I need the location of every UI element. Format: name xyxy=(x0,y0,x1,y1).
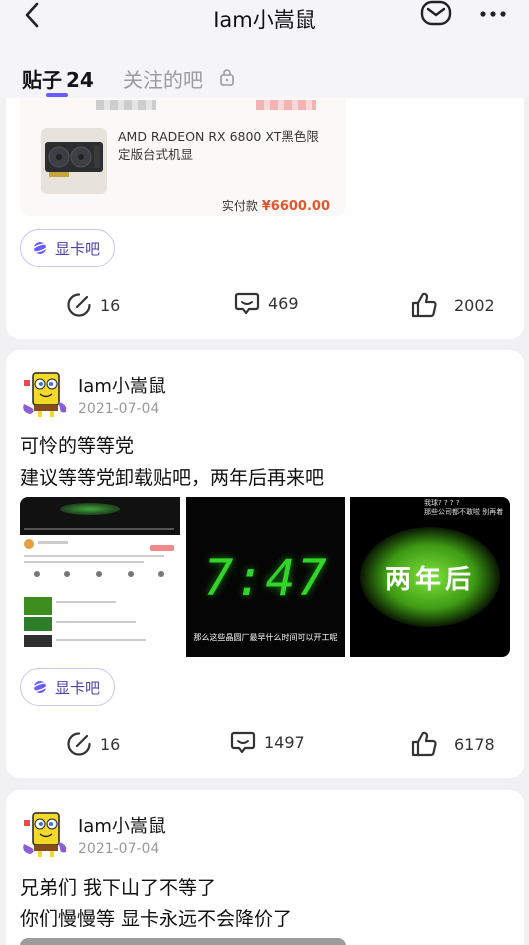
forum-tag-label: 显卡吧 xyxy=(55,239,101,258)
forum-tag-label: 显卡吧 xyxy=(55,678,101,697)
message-icon[interactable] xyxy=(420,0,452,28)
like-count: 6178 xyxy=(454,734,495,754)
thumbs-up-icon xyxy=(411,292,437,318)
reply-icon xyxy=(234,292,260,315)
author-name[interactable]: Iam小嵩鼠 xyxy=(78,812,166,838)
reply-count: 1497 xyxy=(264,732,305,752)
order-card[interactable]: AMD RADEON RX 6800 XT黑色限定版台式机显 实付款 ¥6600… xyxy=(20,98,346,216)
reply-icon xyxy=(230,731,256,754)
post-date: 2021-07-04 xyxy=(78,401,160,417)
post-image[interactable]: 7:47 那么这些晶圆厂最早什么时间可以开工呢 xyxy=(186,497,345,657)
comment-button[interactable]: 16 xyxy=(66,292,120,318)
tab-active-indicator xyxy=(46,93,68,97)
image-overlay-text: 两年后 xyxy=(384,565,475,595)
more-icon[interactable] xyxy=(478,2,508,26)
post-body[interactable]: 建议等等党卸载贴吧，两年后再来吧 xyxy=(20,463,324,490)
forum-tag-button[interactable]: 显卡吧 xyxy=(20,668,116,706)
planet-icon xyxy=(31,242,49,254)
lock-icon xyxy=(220,69,234,86)
post-title[interactable]: 可怜的等等党 xyxy=(20,431,134,458)
comment-count: 16 xyxy=(100,295,121,315)
post-image[interactable] xyxy=(20,497,180,657)
post-card[interactable]: Iam小嵩鼠 2021-07-04 兄弟们 我下山了不等了 你们慢慢等 显卡永远… xyxy=(6,790,524,945)
like-count: 2002 xyxy=(454,295,495,315)
post-image[interactable]: 两年后 我球? ? ? ? 那些公司都不敢啦 别再着 xyxy=(350,497,510,657)
post-card[interactable]: Iam小嵩鼠 2021-07-04 可怜的等等党 建议等等党卸载贴吧，两年后再来… xyxy=(6,350,524,778)
tab-posts-count: 24 xyxy=(66,68,94,92)
like-button[interactable]: 2002 xyxy=(410,291,495,319)
reply-button[interactable]: 1497 xyxy=(230,729,305,755)
thumbs-up-icon xyxy=(411,731,437,757)
tab-posts[interactable]: 贴子 24 xyxy=(22,64,94,93)
blurred-status xyxy=(256,100,316,110)
avatar[interactable] xyxy=(20,808,72,860)
planet-icon xyxy=(31,681,49,693)
post-image-preview[interactable] xyxy=(20,938,346,945)
top-bar: Iam小嵩鼠 贴子 24 关注的吧 xyxy=(0,0,529,98)
tab-followed-bars[interactable]: 关注的吧 xyxy=(123,64,203,93)
image-caption: 那么这些晶圆厂最早什么时间可以开工呢 xyxy=(193,633,338,642)
paid-amount: 实付款 ¥6600.00 xyxy=(222,197,330,214)
paid-value: ¥6600.00 xyxy=(261,199,330,214)
tab-posts-label: 贴子 xyxy=(22,68,62,92)
post-date: 2021-07-04 xyxy=(78,841,160,857)
product-name: AMD RADEON RX 6800 XT黑色限定版台式机显 xyxy=(118,129,319,162)
comment-icon xyxy=(67,732,91,756)
comment-button[interactable]: 16 xyxy=(66,731,120,757)
post-card[interactable]: AMD RADEON RX 6800 XT黑色限定版台式机显 实付款 ¥6600… xyxy=(6,60,524,339)
author-name[interactable]: Iam小嵩鼠 xyxy=(78,372,166,398)
comment-count: 16 xyxy=(100,734,121,754)
like-button[interactable]: 6178 xyxy=(410,730,495,758)
comment-icon xyxy=(67,293,91,317)
post-body[interactable]: 你们慢慢等 显卡永远不会降价了 xyxy=(20,904,292,931)
post-title[interactable]: 兄弟们 我下山了不等了 xyxy=(20,873,216,900)
reply-button[interactable]: 469 xyxy=(234,290,299,316)
image-top-text-2: 那些公司都不敢啦 别再着 xyxy=(424,508,504,516)
forum-tag-button[interactable]: 显卡吧 xyxy=(20,229,116,267)
paid-label: 实付款 xyxy=(221,199,258,213)
avatar[interactable] xyxy=(20,368,72,420)
clock-digits: 7:47 xyxy=(203,549,328,607)
reply-count: 469 xyxy=(268,293,299,313)
blurred-shop-name xyxy=(96,100,156,110)
product-image xyxy=(41,128,107,194)
